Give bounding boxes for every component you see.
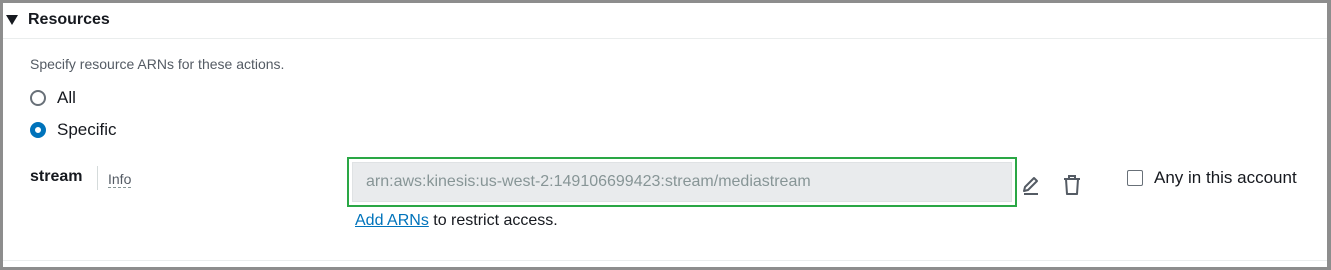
any-in-account-checkbox[interactable] (1127, 170, 1143, 186)
resources-panel (0, 0, 1331, 270)
arn-highlight-box: arn:aws:kinesis:us-west-2:149106699423:s… (347, 157, 1017, 207)
radio-button-specific[interactable] (30, 122, 46, 138)
radio-label-all: All (57, 88, 76, 107)
section-description: Specify resource ARNs for these actions. (30, 56, 285, 72)
radio-label-specific: Specific (57, 120, 117, 139)
radio-option-all[interactable]: All (30, 87, 76, 109)
bottom-divider (3, 260, 1327, 261)
arn-input[interactable]: arn:aws:kinesis:us-west-2:149106699423:s… (352, 162, 1012, 202)
any-in-account-label: Any in this account (1154, 168, 1297, 187)
pencil-icon[interactable] (1018, 172, 1044, 198)
resources-section-header[interactable]: Resources (4, 8, 110, 32)
header-divider (3, 38, 1327, 39)
trash-icon[interactable] (1059, 172, 1085, 198)
info-link[interactable]: Info (108, 171, 132, 188)
helper-text: to restrict access. (428, 212, 558, 229)
resource-type-label: stream (30, 168, 83, 185)
add-arns-helper: Add ARNs to restrict access. (355, 212, 558, 230)
caret-down-icon[interactable] (4, 12, 20, 28)
radio-button-all[interactable] (30, 90, 46, 106)
add-arns-link[interactable]: Add ARNs (355, 212, 429, 229)
radio-option-specific[interactable]: Specific (30, 119, 117, 141)
any-in-account-option[interactable]: Any in this account (1127, 166, 1297, 190)
section-title: Resources (28, 11, 110, 28)
label-divider (97, 166, 98, 190)
